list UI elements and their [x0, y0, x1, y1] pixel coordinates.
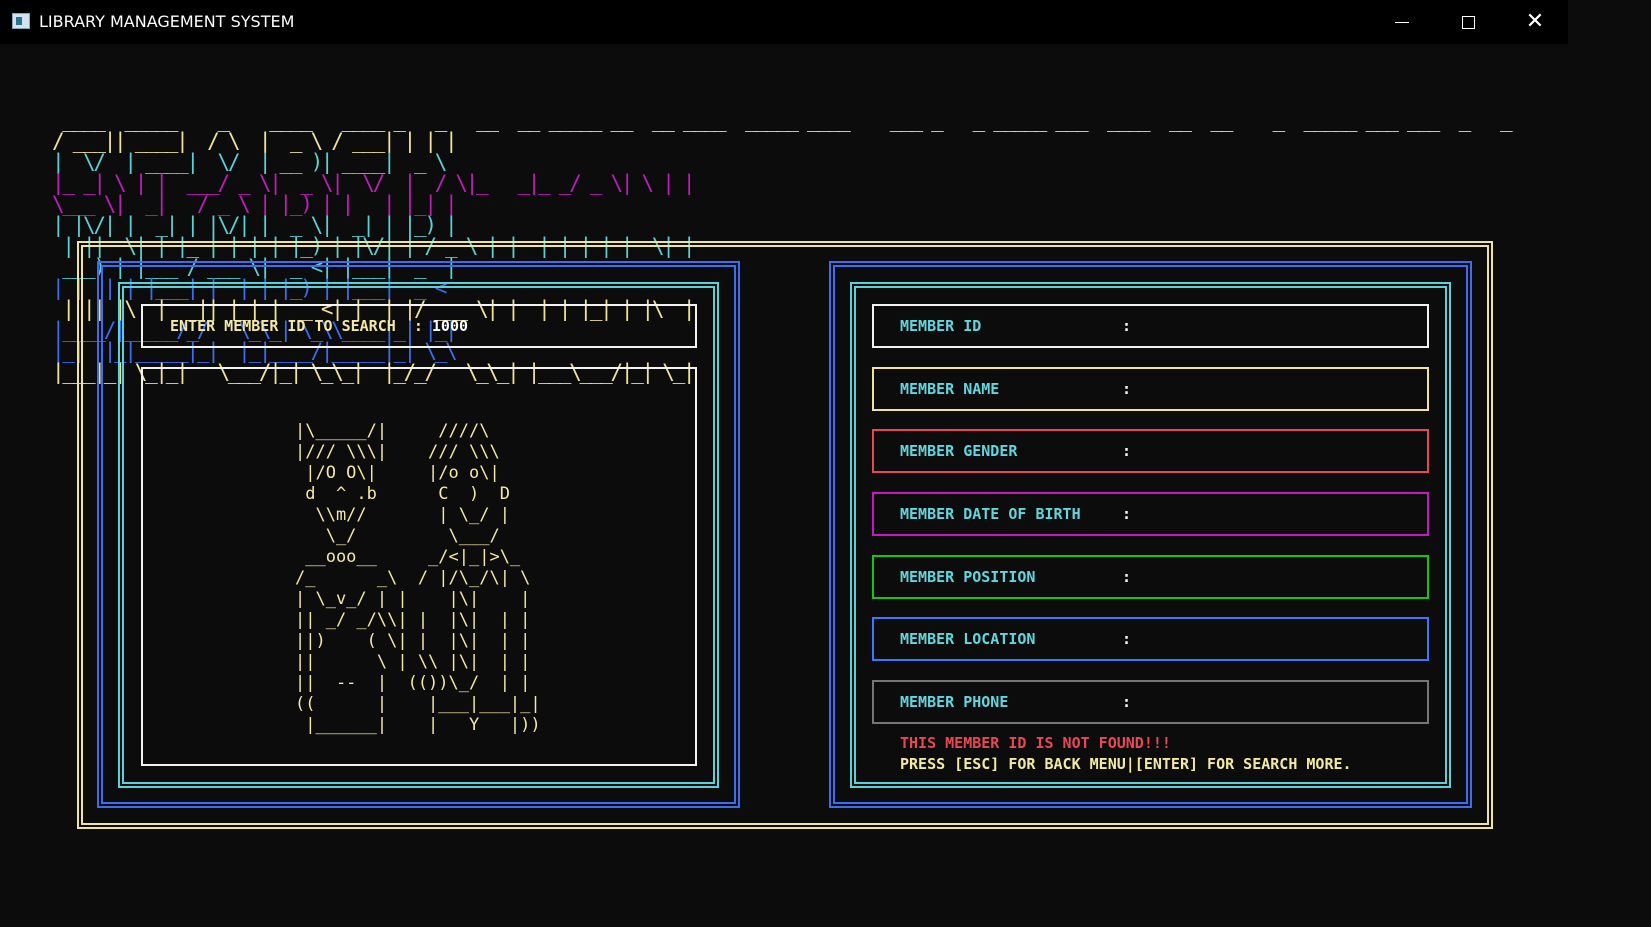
field-colon: :: [1122, 505, 1132, 523]
field-colon: :: [1122, 442, 1132, 460]
member-date-of-birth-field: MEMBER DATE OF BIRTH :: [872, 492, 1429, 536]
member-name-label: MEMBER NAME: [900, 380, 1000, 398]
member-date-of-birth-label: MEMBER DATE OF BIRTH: [900, 505, 1081, 523]
field-colon: :: [1122, 317, 1132, 335]
ascii-art-illustration: |\_____/| ////\ |/// \\\| /// \\\ |/O O\…: [295, 421, 541, 735]
member-location-field: MEMBER LOCATION :: [872, 617, 1429, 661]
member-id-field: MEMBER ID :: [872, 304, 1429, 348]
minimize-icon: [1395, 21, 1409, 23]
error-message: THIS MEMBER ID IS NOT FOUND!!!: [900, 734, 1171, 752]
maximize-button[interactable]: [1435, 0, 1501, 44]
console-app-icon: [12, 13, 30, 29]
member-name-field: MEMBER NAME :: [872, 367, 1429, 411]
navigation-hint: PRESS [ESC] FOR BACK MENU|[ENTER] FOR SE…: [900, 755, 1352, 773]
field-colon: :: [1122, 568, 1132, 586]
window-title: LIBRARY MANAGEMENT SYSTEM: [39, 12, 295, 31]
close-button[interactable]: ✕: [1502, 0, 1568, 44]
member-gender-field: MEMBER GENDER :: [872, 429, 1429, 473]
member-id-label: MEMBER ID: [900, 317, 982, 335]
search-label: ENTER MEMBER ID TO SEARCH :: [170, 317, 432, 335]
member-position-label: MEMBER POSITION: [900, 568, 1036, 586]
title-bar: LIBRARY MANAGEMENT SYSTEM ✕: [0, 0, 1568, 44]
minimize-button[interactable]: [1369, 0, 1435, 44]
banner-line-1: ____ _____ _ ____ ____ _ _ __ __ _____ _…: [52, 108, 1521, 132]
member-position-field: MEMBER POSITION :: [872, 555, 1429, 599]
field-colon: :: [1122, 380, 1132, 398]
field-colon: :: [1122, 693, 1132, 711]
member-phone-field: MEMBER PHONE :: [872, 680, 1429, 724]
banner-line-2: / ___|| ____| / \ | _ \ / ___| | | | | \…: [52, 129, 696, 195]
maximize-icon: [1461, 15, 1475, 29]
ascii-art-box: |\_____/| ////\ |/// \\\| /// \\\ |/O O\…: [141, 367, 697, 766]
member-location-label: MEMBER LOCATION: [900, 630, 1036, 648]
member-gender-label: MEMBER GENDER: [900, 442, 1018, 460]
search-member-id-field[interactable]: ENTER MEMBER ID TO SEARCH : 1000: [141, 304, 697, 348]
search-input-value[interactable]: 1000: [432, 317, 468, 335]
field-colon: :: [1122, 630, 1132, 648]
member-phone-label: MEMBER PHONE: [900, 693, 1009, 711]
close-icon: ✕: [1525, 9, 1545, 34]
